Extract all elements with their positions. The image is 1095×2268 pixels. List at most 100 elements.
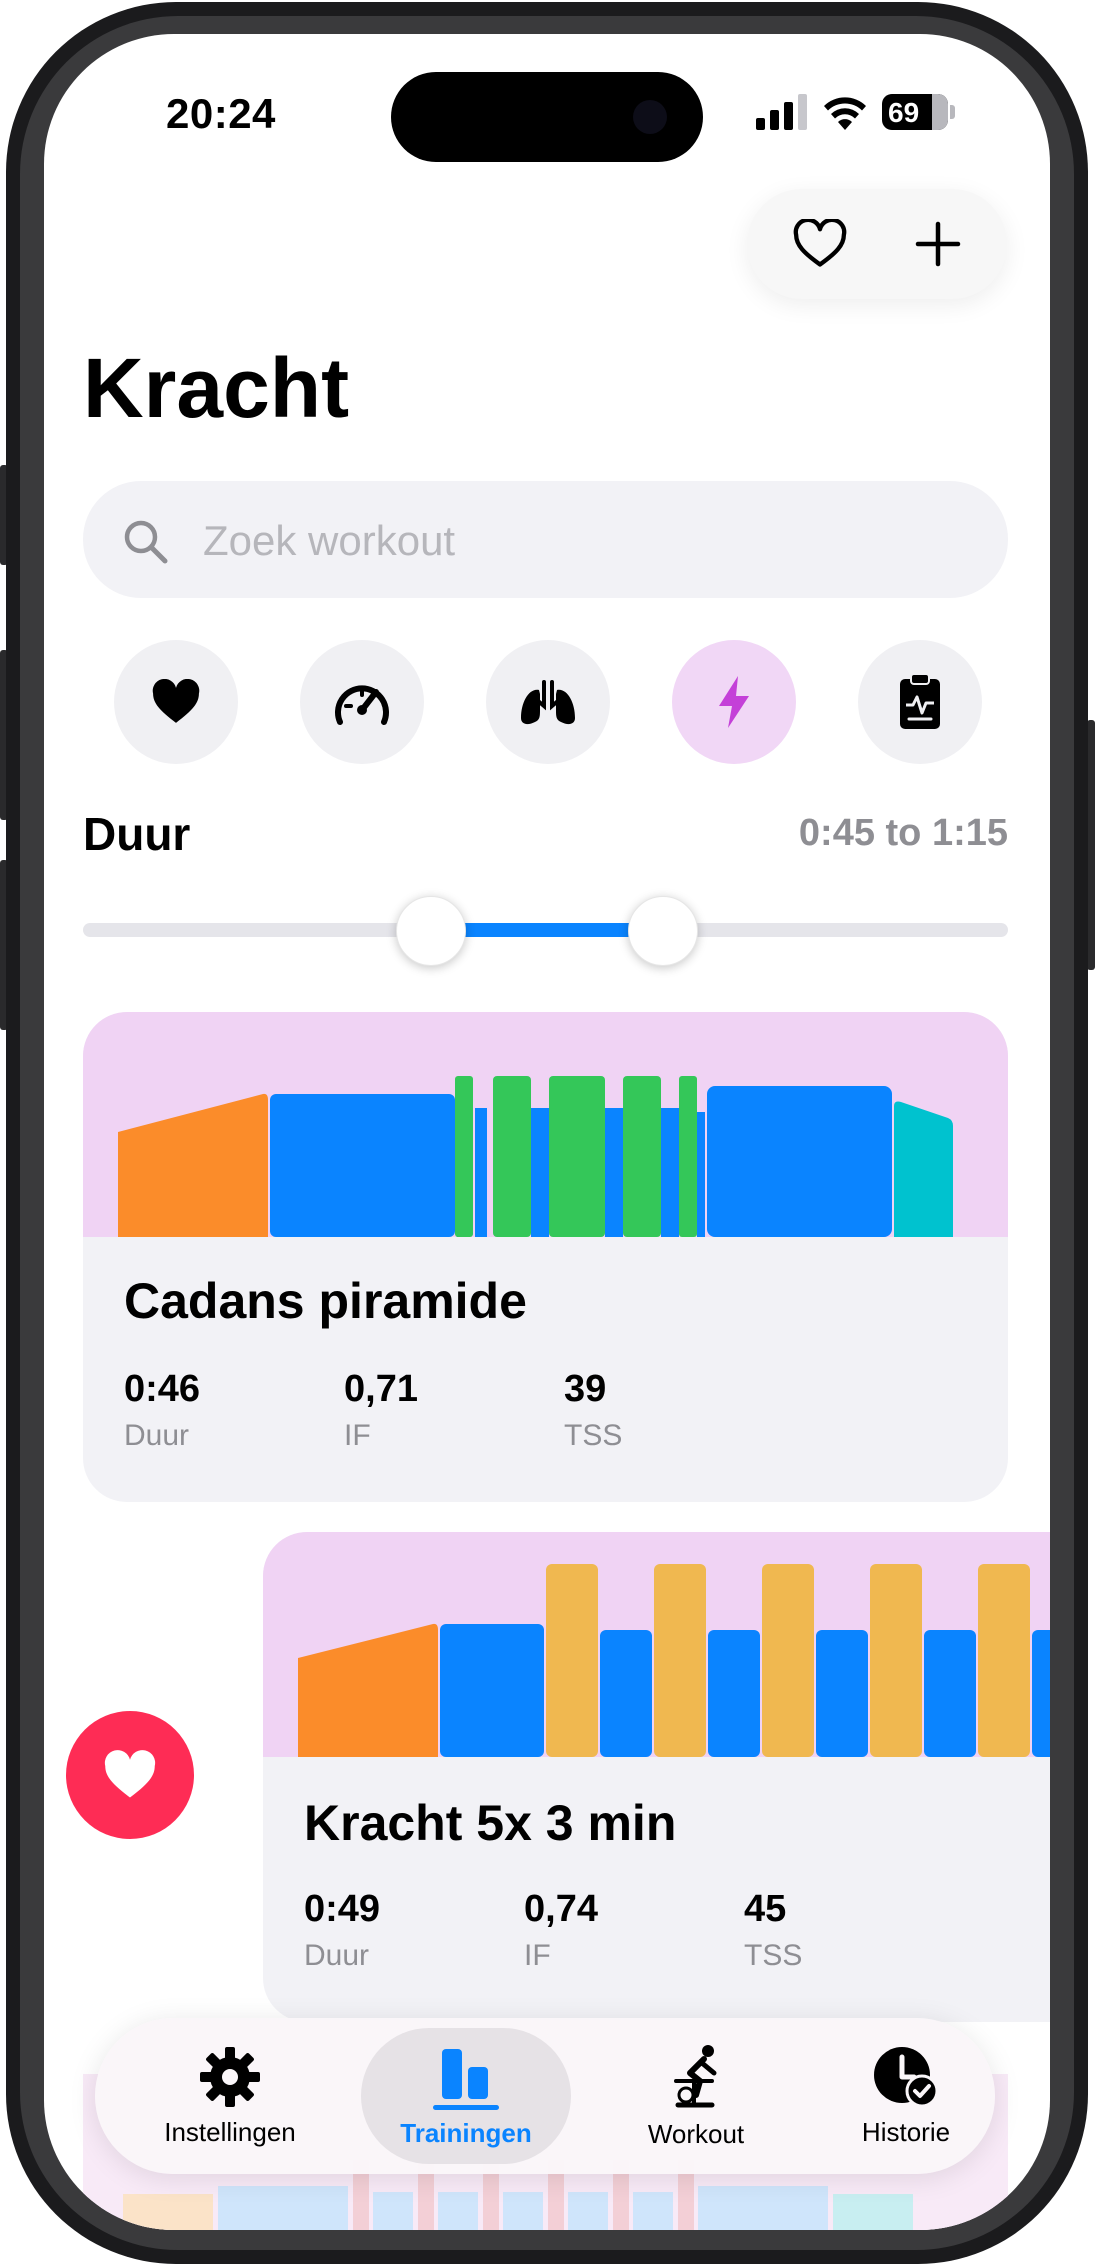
cadence-spike — [679, 1076, 697, 1237]
tab-bar: Instellingen Trainingen Workout Historie — [95, 2018, 995, 2174]
stat-label: Duur — [124, 1419, 190, 1452]
dynamic-island — [391, 72, 703, 162]
endurance-block — [440, 1624, 544, 1757]
workout-name: Cadans piramide — [124, 1273, 527, 1329]
wifi-icon — [824, 97, 866, 130]
status-time: 20:24 — [166, 90, 276, 137]
stat-duration: 0:46 Duur — [124, 1368, 200, 1453]
cadence-spike — [549, 1076, 605, 1237]
workout-card-swiped[interactable]: Kracht 5x 3 min 0:49 Duur 0,74 IF 45 TSS — [263, 1532, 1050, 2022]
power-interval — [762, 1564, 814, 1757]
workout-profile-svg — [118, 1076, 953, 1237]
camera-icon — [633, 100, 667, 134]
favorite-button[interactable] — [765, 189, 875, 299]
heart-icon — [104, 1750, 156, 1798]
power-interval — [654, 1564, 706, 1757]
battery-cap — [950, 105, 955, 119]
warmup-block — [118, 1093, 268, 1237]
plus-icon — [915, 221, 961, 267]
stat-value: 39 — [564, 1368, 607, 1410]
stat-tss: 39 TSS — [564, 1368, 622, 1453]
status-icons: 69 — [756, 88, 966, 136]
power-button — [1087, 720, 1095, 970]
warmup-block — [298, 1623, 438, 1757]
tab-historie[interactable]: Historie — [801, 2018, 1011, 2174]
recovery-block — [600, 1630, 652, 1757]
stat-value: 0,74 — [524, 1888, 598, 1930]
tab-active-indicator — [433, 2105, 499, 2110]
workout-profile-chart — [83, 1012, 1008, 1237]
stat-label: TSS — [564, 1419, 623, 1452]
battery-level: 69 — [888, 97, 920, 128]
stat-label: Duur — [304, 1939, 370, 1972]
recovery-block — [1032, 1630, 1050, 1757]
stat-label: IF — [344, 1419, 371, 1452]
add-button[interactable] — [883, 189, 993, 299]
stat-value: 0:49 — [304, 1888, 381, 1930]
tab-label: Historie — [861, 2116, 951, 2147]
bar-chart-icon — [442, 2049, 488, 2099]
speedometer-icon — [335, 685, 389, 725]
battery-icon: 69 — [882, 94, 948, 130]
heart-icon — [152, 679, 200, 723]
heart-outline-icon — [793, 219, 847, 267]
app-screen: 20:24 69 Kracht Zoek workout Duur 0:45 t… — [44, 34, 1050, 2230]
search-input[interactable] — [201, 481, 965, 600]
search-icon — [124, 520, 168, 564]
recovery-block — [816, 1630, 868, 1757]
cadence-spike — [623, 1076, 661, 1237]
stat-tss: 45 TSS — [744, 1888, 802, 1973]
stat-label: IF — [524, 1939, 551, 1972]
recovery-block — [924, 1630, 976, 1757]
stat-if: 0,71 IF — [344, 1368, 418, 1453]
stat-value: 0:46 — [124, 1368, 201, 1410]
tab-label: Instellingen — [164, 2116, 296, 2147]
cyclist-icon — [674, 2044, 717, 2107]
cadence-spike — [493, 1076, 531, 1237]
workout-profile-svg — [298, 1564, 1050, 1757]
workout-profile-chart — [263, 1532, 1050, 1757]
power-interval — [978, 1564, 1030, 1757]
recovery-block — [708, 1630, 760, 1757]
duration-label: Duur — [83, 808, 191, 860]
stat-if: 0,74 IF — [524, 1888, 598, 1973]
category-lungs[interactable] — [486, 640, 610, 764]
category-power[interactable] — [672, 640, 796, 764]
cadence-block — [531, 1108, 549, 1237]
lungs-icon — [521, 680, 575, 725]
endurance-block — [707, 1086, 892, 1237]
cadence-block — [605, 1108, 623, 1237]
header-actions — [747, 189, 1007, 299]
cadence-block — [661, 1108, 679, 1237]
duration-slider-min-thumb[interactable] — [396, 896, 466, 966]
stat-duration: 0:49 Duur — [304, 1888, 380, 1973]
tab-label: Trainingen — [400, 2118, 532, 2148]
search-bar[interactable] — [83, 481, 1008, 600]
clipboard-pulse-icon — [900, 673, 940, 729]
stat-value: 45 — [744, 1888, 787, 1930]
tab-trainingen[interactable]: Trainingen — [361, 2028, 571, 2164]
cellular-signal-icon — [756, 94, 807, 130]
power-interval — [546, 1564, 598, 1757]
lightning-icon — [719, 676, 749, 728]
workout-card[interactable]: Cadans piramide 0:46 Duur 0,71 IF 39 TSS — [83, 1012, 1008, 1502]
stat-label: TSS — [744, 1939, 803, 1972]
gear-icon — [200, 2046, 260, 2107]
duration-range-value: 0:45 to 1:15 — [798, 812, 1008, 854]
workout-name: Kracht 5x 3 min — [304, 1795, 677, 1851]
clock-check-icon — [874, 2046, 939, 2107]
duration-slider-max-thumb[interactable] — [628, 896, 698, 966]
cadence-block — [697, 1112, 705, 1237]
stat-value: 0,71 — [344, 1368, 418, 1410]
cadence-spike — [455, 1076, 473, 1237]
tab-workout[interactable]: Workout — [591, 2018, 801, 2174]
cooldown-block — [894, 1101, 953, 1237]
power-interval — [870, 1564, 922, 1757]
category-speed[interactable] — [300, 640, 424, 764]
cadence-block — [475, 1108, 487, 1237]
category-test[interactable] — [858, 640, 982, 764]
category-heart[interactable] — [114, 640, 238, 764]
page-title: Kracht — [83, 341, 350, 435]
tab-instellingen[interactable]: Instellingen — [125, 2018, 335, 2174]
swipe-favorite-button[interactable] — [66, 1711, 194, 1839]
